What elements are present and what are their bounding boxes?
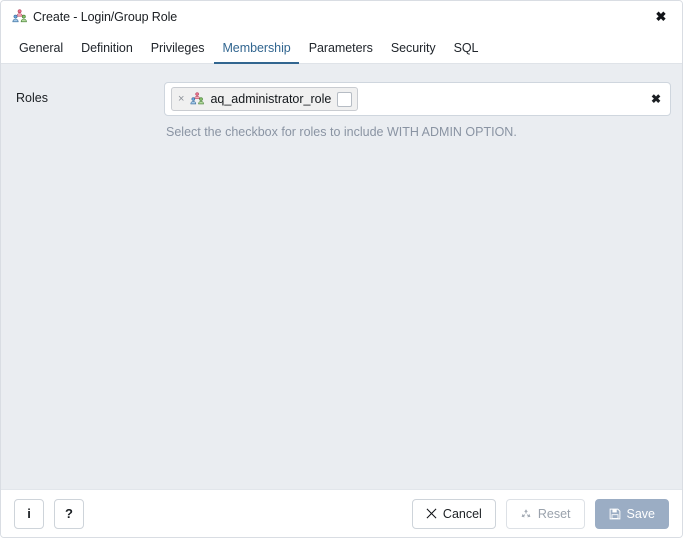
help-button[interactable]: ? bbox=[54, 498, 84, 529]
chip-remove-icon[interactable]: × bbox=[178, 93, 185, 105]
chip-label: aq_administrator_role bbox=[210, 92, 332, 106]
role-chip[interactable]: × aq_administrator_role bbox=[171, 87, 359, 111]
group-role-icon bbox=[12, 9, 28, 24]
with-admin-option-checkbox[interactable] bbox=[337, 91, 353, 107]
cancel-button[interactable]: Cancel bbox=[411, 498, 496, 529]
tab-sql[interactable]: SQL bbox=[445, 32, 488, 63]
dialog-footer: i ? Cancel Reset Save bbox=[1, 489, 682, 537]
reset-button[interactable]: Reset bbox=[505, 498, 585, 529]
dialog-title-group: Create - Login/Group Role bbox=[12, 9, 650, 24]
roles-help-text: Select the checkbox for roles to include… bbox=[166, 125, 517, 139]
clear-all-icon[interactable]: ✖ bbox=[651, 93, 661, 105]
save-button-label: Save bbox=[626, 506, 656, 521]
tab-general[interactable]: General bbox=[10, 32, 72, 63]
cancel-button-label: Cancel bbox=[442, 506, 482, 521]
dialog-title: Create - Login/Group Role bbox=[33, 9, 178, 24]
tab-definition[interactable]: Definition bbox=[72, 32, 142, 63]
dialog-titlebar: Create - Login/Group Role ✖ bbox=[1, 1, 682, 32]
roles-field-column: × aq_administrator_role ✖ Select the che… bbox=[164, 82, 671, 139]
footer-right-buttons: Cancel Reset Save bbox=[411, 498, 669, 529]
info-button[interactable]: i bbox=[14, 498, 44, 529]
roles-label: Roles bbox=[16, 91, 48, 105]
dialog-tabbar: General Definition Privileges Membership… bbox=[1, 32, 682, 64]
dialog-body: Roles × aq_administrator_role ✖ Select t… bbox=[1, 64, 682, 489]
footer-left-buttons: i ? bbox=[14, 498, 84, 529]
close-icon[interactable]: ✖ bbox=[650, 6, 672, 28]
recycle-icon bbox=[520, 508, 532, 520]
tab-membership[interactable]: Membership bbox=[213, 32, 299, 64]
floppy-disk-icon bbox=[609, 508, 621, 520]
tab-privileges[interactable]: Privileges bbox=[142, 32, 214, 63]
tab-parameters[interactable]: Parameters bbox=[300, 32, 382, 63]
save-button[interactable]: Save bbox=[594, 498, 669, 529]
cross-icon bbox=[426, 508, 437, 519]
group-role-icon bbox=[190, 92, 205, 106]
reset-button-label: Reset bbox=[537, 506, 571, 521]
create-login-group-role-dialog: Create - Login/Group Role ✖ General Defi… bbox=[0, 0, 683, 538]
roles-multiselect-input[interactable]: × aq_administrator_role ✖ bbox=[164, 82, 671, 116]
tab-security[interactable]: Security bbox=[382, 32, 445, 63]
roles-form-row: Roles × aq_administrator_role ✖ Select t… bbox=[12, 82, 671, 139]
